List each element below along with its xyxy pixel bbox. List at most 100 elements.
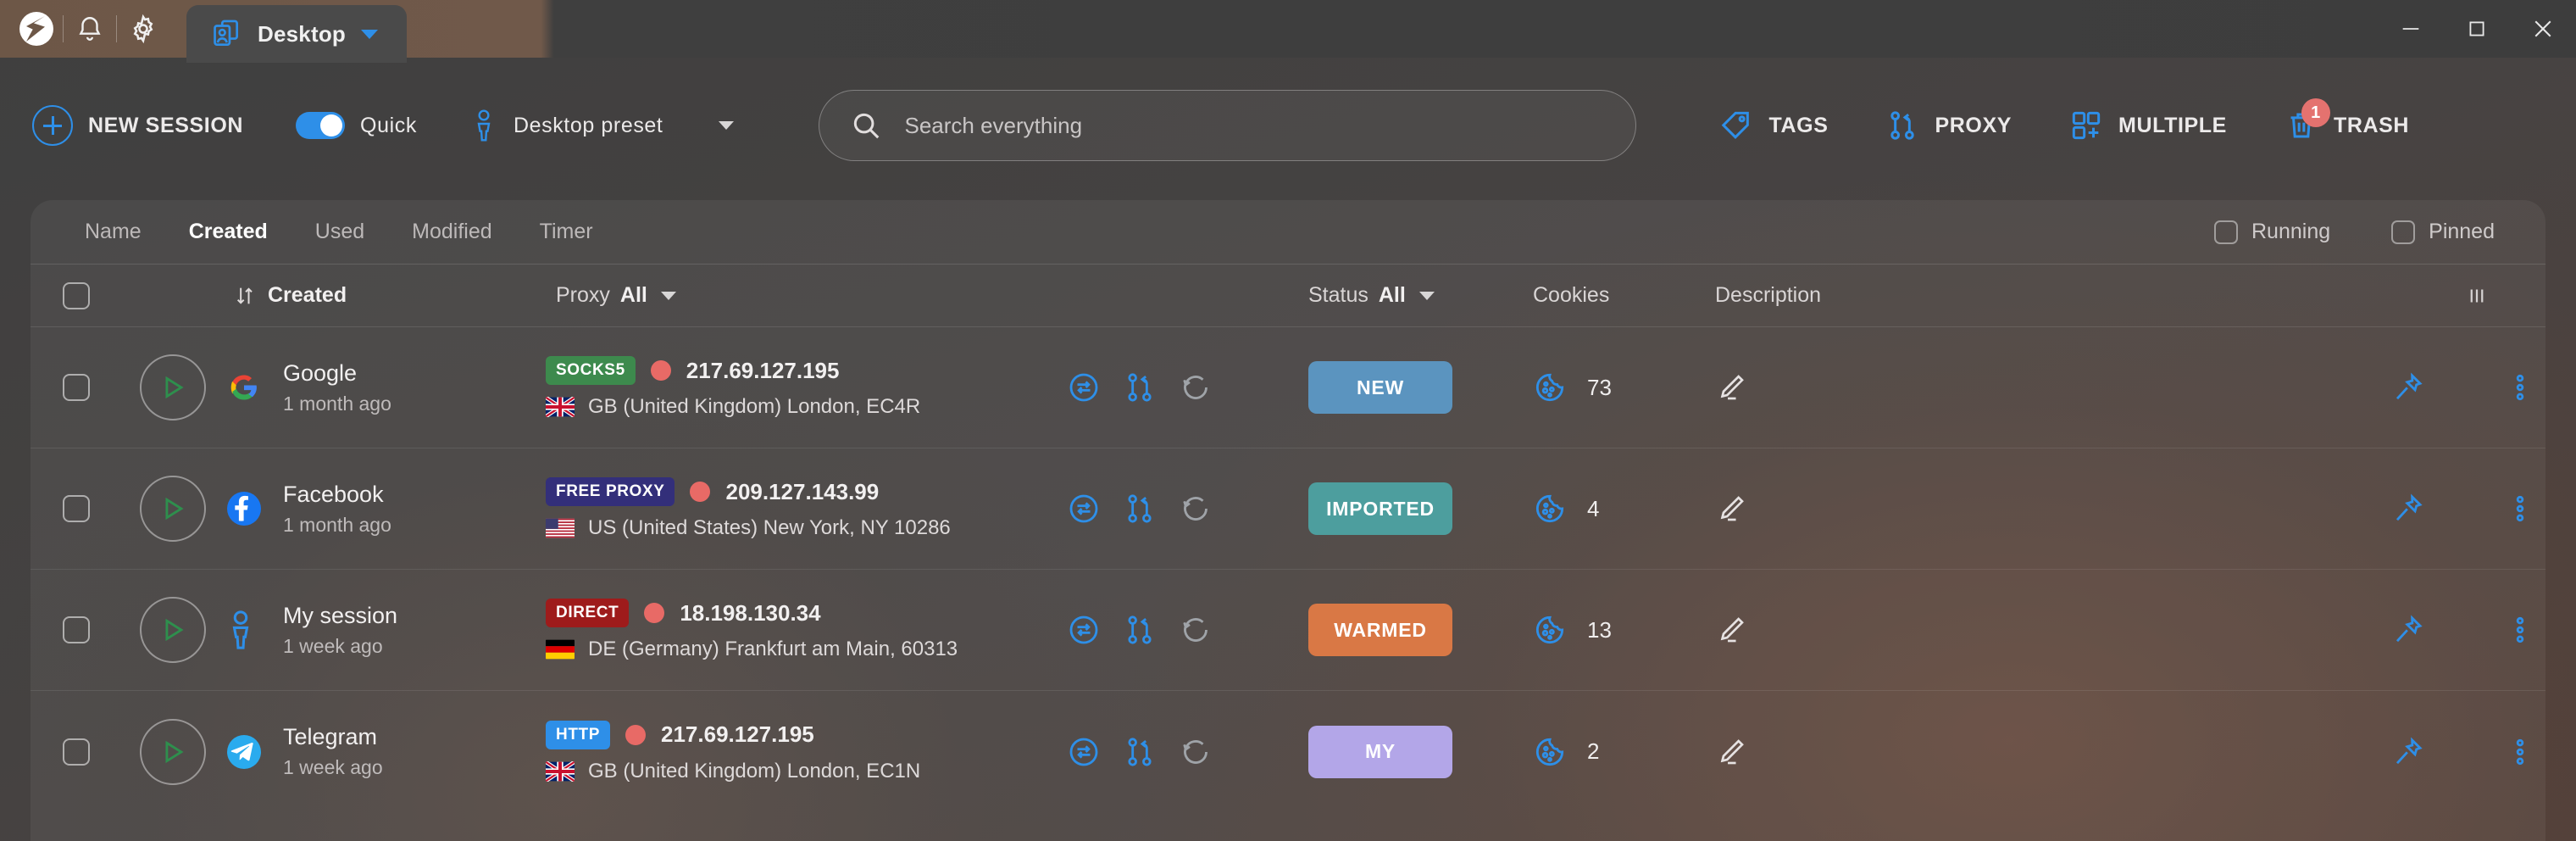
refresh-icon[interactable] — [1179, 613, 1213, 647]
run-cell[interactable] — [122, 354, 224, 420]
transfer-icon[interactable] — [1067, 370, 1101, 404]
session-name-cell[interactable]: Google 1 month ago — [224, 360, 546, 415]
more-vertical-icon[interactable] — [2503, 613, 2537, 647]
search-input[interactable]: Search everything — [819, 90, 1637, 161]
proxy-branch-icon[interactable] — [1123, 735, 1157, 769]
sort-tab-modified[interactable]: Modified — [412, 220, 492, 244]
header-proxy[interactable]: Proxy All — [546, 283, 1067, 308]
pin-icon[interactable] — [2391, 613, 2425, 647]
description-cell[interactable] — [1715, 371, 2029, 404]
description-cell[interactable] — [1715, 614, 2029, 646]
run-cell[interactable] — [122, 718, 224, 785]
table-row[interactable]: Google 1 month ago SOCKS5 217.69.127.195 — [31, 327, 2545, 448]
cookies-cell[interactable]: 2 — [1533, 735, 1715, 769]
refresh-icon[interactable] — [1179, 370, 1213, 404]
row-select-cell[interactable] — [31, 738, 122, 766]
proxy-button[interactable]: PROXY — [1885, 109, 2012, 142]
transfer-icon[interactable] — [1067, 735, 1101, 769]
proxy-cell[interactable]: DIRECT 18.198.130.34 DE (Germany) Frankf… — [546, 599, 1067, 661]
cookies-cell[interactable]: 4 — [1533, 492, 1715, 526]
row-checkbox[interactable] — [63, 738, 90, 766]
transfer-icon[interactable] — [1067, 613, 1101, 647]
more-vertical-icon[interactable] — [2503, 492, 2537, 526]
running-checkbox[interactable] — [2214, 220, 2238, 244]
chevron-down-icon[interactable] — [660, 291, 676, 300]
status-cell[interactable]: IMPORTED — [1308, 482, 1533, 535]
description-cell[interactable] — [1715, 493, 2029, 525]
header-created[interactable]: Created — [224, 283, 546, 308]
proxy-branch-icon[interactable] — [1123, 613, 1157, 647]
proxy-cell[interactable]: HTTP 217.69.127.195 GB (United Kingdom) … — [546, 720, 1067, 783]
table-row[interactable]: Facebook 1 month ago FREE PROXY 209.127.… — [31, 448, 2545, 570]
pencil-icon[interactable] — [1715, 371, 1747, 404]
run-button[interactable] — [140, 476, 206, 542]
row-checkbox[interactable] — [63, 374, 90, 401]
minimize-button[interactable] — [2378, 0, 2444, 58]
run-button[interactable] — [140, 354, 206, 420]
chevron-down-icon[interactable] — [719, 121, 735, 130]
proxy-cell[interactable]: FREE PROXY 209.127.143.99 US (United Sta… — [546, 477, 1067, 540]
columns-icon[interactable] — [2464, 283, 2490, 309]
sort-tab-created[interactable]: Created — [189, 220, 268, 244]
refresh-icon[interactable] — [1179, 492, 1213, 526]
row-select-cell[interactable] — [31, 374, 122, 401]
pin-icon[interactable] — [2391, 370, 2425, 404]
sort-tab-name[interactable]: Name — [85, 220, 142, 244]
session-name-cell[interactable]: Telegram 1 week ago — [224, 724, 546, 779]
status-cell[interactable]: WARMED — [1308, 604, 1533, 656]
more-vertical-icon[interactable] — [2503, 370, 2537, 404]
table-row[interactable]: Telegram 1 week ago HTTP 217.69.127.195 — [31, 691, 2545, 812]
chevron-down-icon[interactable] — [1418, 291, 1435, 300]
pinned-checkbox[interactable] — [2391, 220, 2416, 244]
sort-tab-timer[interactable]: Timer — [540, 220, 593, 244]
status-cell[interactable]: NEW — [1308, 361, 1533, 414]
pin-icon[interactable] — [2391, 735, 2425, 769]
status-cell[interactable]: MY — [1308, 725, 1533, 778]
run-cell[interactable] — [122, 597, 224, 663]
pencil-icon[interactable] — [1715, 493, 1747, 525]
session-name-cell[interactable]: My session 1 week ago — [224, 603, 546, 658]
table-row[interactable]: My session 1 week ago DIRECT 18.198.130.… — [31, 570, 2545, 691]
cookies-cell[interactable]: 73 — [1533, 370, 1715, 404]
app-logo-button[interactable] — [10, 0, 63, 58]
more-vertical-icon[interactable] — [2503, 735, 2537, 769]
notifications-button[interactable] — [64, 0, 116, 58]
multiple-button[interactable]: MULTIPLE — [2069, 109, 2227, 142]
header-cookies[interactable]: Cookies — [1533, 283, 1715, 308]
row-checkbox[interactable] — [63, 495, 90, 522]
session-name-cell[interactable]: Facebook 1 month ago — [224, 482, 546, 537]
transfer-icon[interactable] — [1067, 492, 1101, 526]
refresh-icon[interactable] — [1179, 735, 1213, 769]
cookies-cell[interactable]: 13 — [1533, 613, 1715, 647]
running-filter[interactable]: Running — [2214, 220, 2330, 244]
row-checkbox[interactable] — [63, 616, 90, 643]
pencil-icon[interactable] — [1715, 614, 1747, 646]
tags-button[interactable]: TAGS — [1719, 109, 1828, 142]
header-description[interactable]: Description — [1715, 283, 2029, 308]
row-select-cell[interactable] — [31, 495, 122, 522]
proxy-branch-icon[interactable] — [1123, 370, 1157, 404]
proxy-cell[interactable]: SOCKS5 217.69.127.195 GB (United Kingdom… — [546, 356, 1067, 419]
run-cell[interactable] — [122, 476, 224, 542]
select-all-checkbox[interactable] — [63, 281, 90, 309]
settings-button[interactable] — [117, 0, 169, 58]
tab-desktop[interactable]: Desktop — [186, 5, 407, 63]
quick-toggle[interactable]: Quick — [296, 112, 417, 139]
select-all-cell[interactable] — [31, 281, 122, 309]
run-button[interactable] — [140, 718, 206, 785]
proxy-branch-icon[interactable] — [1123, 492, 1157, 526]
row-select-cell[interactable] — [31, 616, 122, 643]
maximize-button[interactable] — [2444, 0, 2510, 58]
close-button[interactable] — [2510, 0, 2576, 58]
pin-icon[interactable] — [2391, 492, 2425, 526]
trash-button[interactable]: 1 TRASH — [2285, 98, 2409, 142]
pencil-icon[interactable] — [1715, 736, 1747, 768]
pinned-filter[interactable]: Pinned — [2391, 220, 2495, 244]
preset-selector[interactable]: Desktop preset — [469, 109, 735, 142]
sort-tab-used[interactable]: Used — [315, 220, 364, 244]
description-cell[interactable] — [1715, 736, 2029, 768]
chevron-down-icon[interactable] — [360, 29, 378, 39]
header-status[interactable]: Status All — [1308, 283, 1533, 308]
run-button[interactable] — [140, 597, 206, 663]
toggle-switch-icon[interactable] — [296, 112, 346, 139]
